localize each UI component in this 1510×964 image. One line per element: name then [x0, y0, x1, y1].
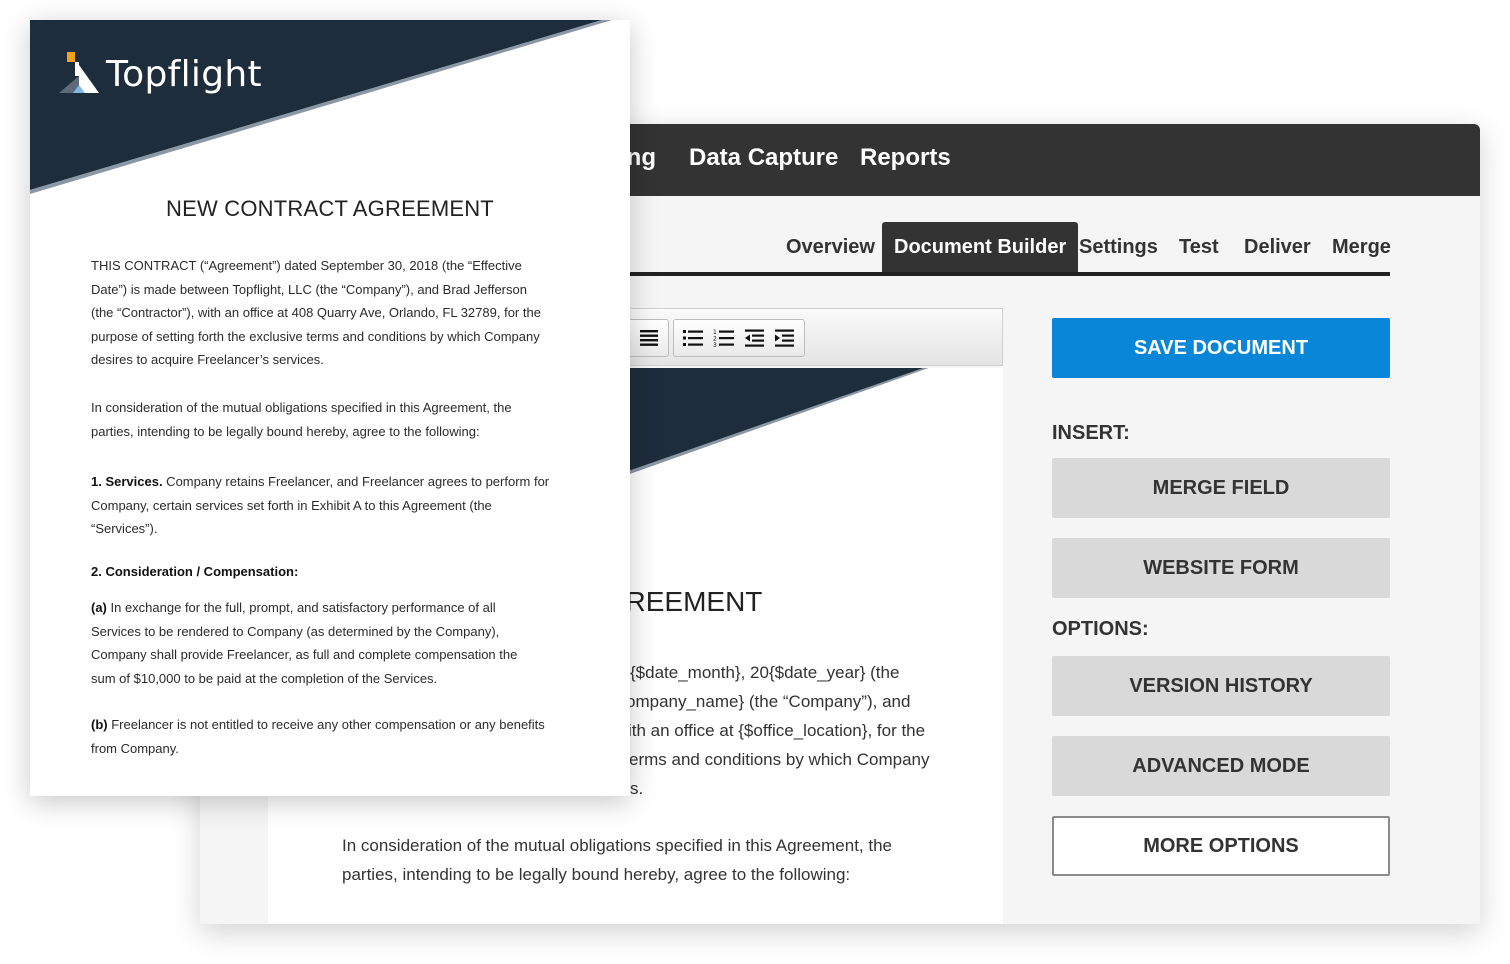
doc-line: Services to be rendered to Company (as d… — [91, 623, 500, 639]
advanced-mode-button[interactable]: ADVANCED MODE — [1052, 736, 1390, 796]
version-history-button[interactable]: VERSION HISTORY — [1052, 656, 1390, 716]
doc-line: desires to acquire Freelancer’s services… — [91, 352, 324, 367]
doc-line: THIS CONTRACT (“Agreement”) dated Septem… — [91, 258, 522, 273]
doc-text: Company retains Freelancer, and Freelanc… — [162, 474, 550, 489]
more-options-button[interactable]: MORE OPTIONS — [1052, 816, 1390, 876]
tab-overview[interactable]: Overview — [786, 222, 875, 272]
doc-line: 1. Services. Company retains Freelancer,… — [91, 470, 581, 494]
merge-field-button[interactable]: MERGE FIELD — [1052, 458, 1390, 518]
doc-line: In consideration of the mutual obligatio… — [91, 400, 512, 415]
clause-a: (a) In exchange for the full, prompt, an… — [91, 596, 581, 690]
doc-line: parties, intending to be legally bound h… — [91, 423, 480, 439]
editor-toolbar: 1 2 3 — [619, 308, 1003, 366]
clause-b: (b) Freelancer is not entitled to receiv… — [91, 713, 581, 760]
document-title: NEW CONTRACT AGREEMENT — [166, 196, 494, 221]
clause-b-label: (b) — [91, 717, 108, 732]
numbered-list-icon[interactable]: 1 2 3 — [713, 328, 735, 348]
doc-line: Date”) is made between Topflight, LLC (t… — [91, 281, 527, 297]
doc-line: purpose of setting forth the exclusive t… — [91, 328, 540, 344]
editor-line: In consideration of the mutual obligatio… — [342, 836, 893, 855]
contract-document-preview: Topflight NEW CONTRACT AGREEMENT THIS CO… — [30, 20, 630, 796]
clause-a-label: (a) — [91, 600, 107, 615]
tab-merge[interactable]: Merge — [1332, 222, 1391, 272]
topflight-logo-icon — [59, 52, 99, 93]
doc-text: Freelancer is not entitled to receive an… — [107, 717, 545, 732]
doc-line: “Services”). — [91, 521, 158, 536]
insert-label: INSERT: — [1052, 422, 1130, 444]
doc-line: sum of $10,000 to be paid at the complet… — [91, 670, 438, 686]
toolbar-group-lists: 1 2 3 — [673, 319, 805, 357]
tab-deliver[interactable]: Deliver — [1244, 222, 1311, 272]
tab-document-builder[interactable]: Document Builder — [882, 222, 1079, 272]
tab-underline — [620, 272, 1390, 276]
doc-line: Company shall provide Freelancer, as ful… — [91, 647, 518, 662]
save-document-button[interactable]: SAVE DOCUMENT — [1052, 318, 1390, 378]
nav-item-data-capture[interactable]: Data Capture — [689, 144, 838, 172]
editor-line: parties, intending to be legally bound h… — [342, 865, 851, 884]
brand-name: Topflight — [106, 54, 262, 95]
indent-icon[interactable] — [774, 328, 796, 348]
justify-icon[interactable] — [638, 328, 660, 348]
outdent-icon[interactable] — [743, 328, 765, 348]
doc-line: from Company. — [91, 740, 179, 756]
document-header-banner — [30, 20, 612, 194]
tab-settings[interactable]: Settings — [1079, 222, 1158, 272]
services-heading: 1. Services. — [91, 474, 163, 489]
editor-paragraph-consideration: In consideration of the mutual obligatio… — [342, 831, 932, 889]
bulleted-list-icon[interactable] — [682, 328, 704, 348]
compensation-heading: 2. Consideration / Compensation: — [91, 560, 581, 584]
doc-line: (b) Freelancer is not entitled to receiv… — [91, 713, 581, 737]
compensation-heading-text: 2. Consideration / Compensation: — [91, 564, 299, 579]
tab-test[interactable]: Test — [1179, 222, 1219, 272]
intro-paragraph: THIS CONTRACT (“Agreement”) dated Septem… — [91, 254, 581, 372]
website-form-button[interactable]: WEBSITE FORM — [1052, 538, 1390, 598]
consideration-paragraph: In consideration of the mutual obligatio… — [91, 396, 581, 443]
nav-item-reports[interactable]: Reports — [860, 144, 951, 172]
svg-text:3: 3 — [713, 342, 717, 348]
doc-text: In exchange for the full, prompt, and sa… — [106, 600, 496, 615]
doc-line: (the “Contractor”), with an office at 40… — [91, 305, 541, 320]
options-label: OPTIONS: — [1052, 618, 1149, 640]
services-clause: 1. Services. Company retains Freelancer,… — [91, 470, 581, 541]
doc-line: Company, certain services set forth in E… — [91, 497, 492, 513]
doc-line: (a) In exchange for the full, prompt, an… — [91, 596, 581, 620]
